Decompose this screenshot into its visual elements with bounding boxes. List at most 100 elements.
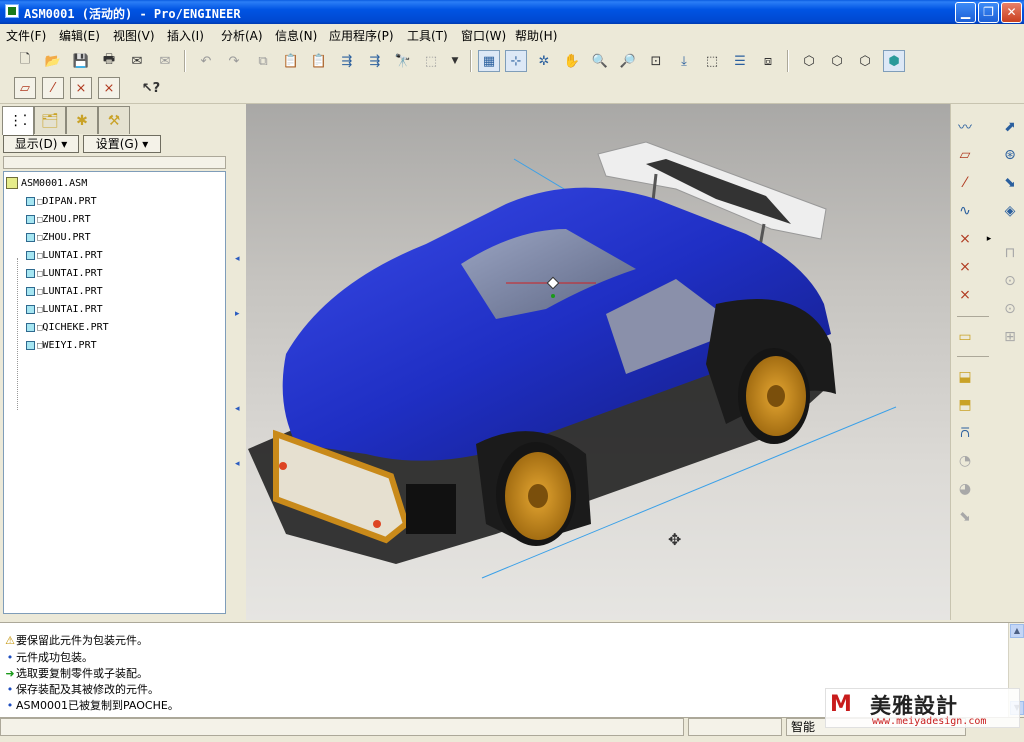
menu-help[interactable]: 帮助(H) <box>515 27 557 44</box>
new-file-icon[interactable]: 🗋 <box>14 50 36 72</box>
zoom-out-icon[interactable]: 🔎 <box>617 50 639 72</box>
datum-point-display-icon[interactable]: ⨯ <box>70 77 92 99</box>
context-help-icon[interactable]: ↖? <box>140 77 162 99</box>
tree-item[interactable]: □LUNTAI.PRT <box>26 284 103 300</box>
shell-icon[interactable]: ⊙ <box>999 270 1021 292</box>
create-component-icon[interactable]: ⬒ <box>954 394 976 416</box>
repaint-icon[interactable]: ✲ <box>533 50 555 72</box>
datum-curve-icon[interactable]: ∿ <box>954 200 976 222</box>
menu-view[interactable]: 视图(V) <box>113 27 155 44</box>
find-icon[interactable]: 🔭 <box>392 50 414 72</box>
minimize-button[interactable]: ▁ <box>955 2 976 23</box>
tree-item[interactable]: □ZHOU.PRT <box>26 230 91 246</box>
close-button[interactable]: ✕ <box>1001 2 1022 23</box>
saved-views-icon[interactable]: ⬚ <box>701 50 723 72</box>
orient-icon[interactable]: ⊹ <box>505 50 527 72</box>
model-tree-tab[interactable]: ⋮⁚ <box>2 106 34 135</box>
connections-tab[interactable]: ⚒ <box>98 106 130 134</box>
rib-icon[interactable]: ⊙ <box>999 298 1021 320</box>
flyout-arrow-icon[interactable]: ▸ <box>978 228 1000 250</box>
analysis-feature-icon[interactable]: ⨯ <box>954 284 976 306</box>
show-dropdown-button[interactable]: 显示(D) ▾ <box>3 135 79 153</box>
revolve-icon[interactable]: ⊛ <box>999 144 1021 166</box>
datum-plane-icon[interactable]: ▱ <box>954 144 976 166</box>
redo-icon[interactable]: ↷ <box>223 50 245 72</box>
tree-item-label: LUNTAI.PRT <box>42 250 103 261</box>
refit-icon[interactable]: ⊡ <box>645 50 667 72</box>
tree-item[interactable]: □ZHOU.PRT <box>26 212 91 228</box>
menu-tools[interactable]: 工具(T) <box>407 27 448 44</box>
blend-icon[interactable]: ◈ <box>999 200 1021 222</box>
menu-window[interactable]: 窗口(W) <box>461 27 506 44</box>
reorient-icon[interactable]: ⤓ <box>673 50 695 72</box>
menu-applications[interactable]: 应用程序(P) <box>329 27 394 44</box>
collapse-arrow-icon[interactable]: ◂ <box>235 254 240 264</box>
favorites-tab[interactable]: ✱ <box>66 106 98 134</box>
round-icon[interactable]: ◔ <box>954 450 976 472</box>
select-box-icon[interactable]: ⬚ <box>420 50 442 72</box>
panel-splitter[interactable]: ◂ ▸ ◂ ◂ <box>232 104 246 620</box>
paste-special-icon[interactable]: 📋 <box>308 50 330 72</box>
part-icon <box>26 250 35 260</box>
spin-center-icon[interactable]: ✋ <box>561 50 583 72</box>
datum-point-icon[interactable]: ⨯ <box>954 228 976 250</box>
sketch-tool-icon[interactable]: 〰 <box>954 116 976 138</box>
zoom-in-icon[interactable]: 🔍 <box>589 50 611 72</box>
coordinate-system-icon[interactable]: ⨯ <box>954 256 976 278</box>
menu-info[interactable]: 信息(N) <box>275 27 317 44</box>
view-manager-2-icon[interactable]: ⧈ <box>757 50 779 72</box>
assemble-icon[interactable]: ⬓ <box>954 366 976 388</box>
part-icon <box>26 304 35 314</box>
layers-icon[interactable]: ☰ <box>729 50 751 72</box>
hole-icon[interactable]: ⊓ <box>999 242 1021 264</box>
collapse-arrow-icon[interactable]: ◂ <box>235 459 240 469</box>
graphics-viewport[interactable]: ✥ <box>246 104 950 620</box>
sweep-icon[interactable]: ⬊ <box>999 172 1021 194</box>
select-dropdown-icon[interactable]: ▼ <box>444 50 466 72</box>
email-attach-icon[interactable]: ✉ <box>154 50 176 72</box>
tree-item[interactable]: □WEIYI.PRT <box>26 338 97 354</box>
shading-icon[interactable]: ⬢ <box>883 50 905 72</box>
tree-root[interactable]: ASM0001.ASM <box>6 176 87 192</box>
tree-item[interactable]: □DIPAN.PRT <box>26 194 97 210</box>
coordinate-system-display-icon[interactable]: ⨯ <box>98 77 120 99</box>
extrude-icon[interactable]: ⬈ <box>999 116 1021 138</box>
message-text: 元件成功包装。 <box>16 651 93 664</box>
expand-arrow-icon[interactable]: ▸ <box>235 309 240 319</box>
view-manager-icon[interactable]: ▦ <box>478 50 500 72</box>
mirror-icon[interactable]: ⬊ <box>954 506 976 528</box>
no-hidden-icon[interactable]: ⬡ <box>854 50 876 72</box>
folder-browser-tab[interactable]: 🗂 <box>34 106 66 134</box>
datum-axis-display-icon[interactable]: ⁄ <box>42 77 64 99</box>
menu-file[interactable]: 文件(F) <box>6 27 46 44</box>
datum-axis-icon[interactable]: ⁄ <box>954 172 976 194</box>
tree-item[interactable]: □QICHEKE.PRT <box>26 320 109 336</box>
menu-insert[interactable]: 插入(I) <box>167 27 204 44</box>
undo-icon[interactable]: ↶ <box>195 50 217 72</box>
copy-icon[interactable]: ⧉ <box>252 50 274 72</box>
draft-icon[interactable]: ⩃ <box>954 422 976 444</box>
settings-dropdown-button[interactable]: 设置(G) ▾ <box>83 135 161 153</box>
paste-icon[interactable]: 📋 <box>280 50 302 72</box>
print-icon[interactable]: 🖶 <box>98 50 120 72</box>
chamfer-icon[interactable]: ◕ <box>954 478 976 500</box>
message-text: 要保留此元件为包装元件。 <box>16 634 148 647</box>
regenerate-manager-icon[interactable]: ⇶ <box>364 50 386 72</box>
collapse-arrow-icon[interactable]: ◂ <box>235 404 240 414</box>
wireframe-icon[interactable]: ⬡ <box>798 50 820 72</box>
tree-item[interactable]: □LUNTAI.PRT <box>26 248 103 264</box>
regenerate-icon[interactable]: ⇶ <box>336 50 358 72</box>
hidden-line-icon[interactable]: ⬡ <box>826 50 848 72</box>
open-folder-icon[interactable]: 📂 <box>42 50 64 72</box>
annotation-icon[interactable]: ▭ <box>954 326 976 348</box>
tree-item[interactable]: □LUNTAI.PRT <box>26 266 103 282</box>
save-icon[interactable]: 💾 <box>70 50 92 72</box>
email-icon[interactable]: ✉ <box>126 50 148 72</box>
datum-plane-display-icon[interactable]: ▱ <box>14 77 36 99</box>
pattern-icon[interactable]: ⊞ <box>999 326 1021 348</box>
restore-button[interactable]: ❐ <box>978 2 999 23</box>
menu-analysis[interactable]: 分析(A) <box>221 27 263 44</box>
scroll-up-icon[interactable]: ▲ <box>1010 624 1024 638</box>
menu-edit[interactable]: 编辑(E) <box>59 27 100 44</box>
tree-item[interactable]: □LUNTAI.PRT <box>26 302 103 318</box>
